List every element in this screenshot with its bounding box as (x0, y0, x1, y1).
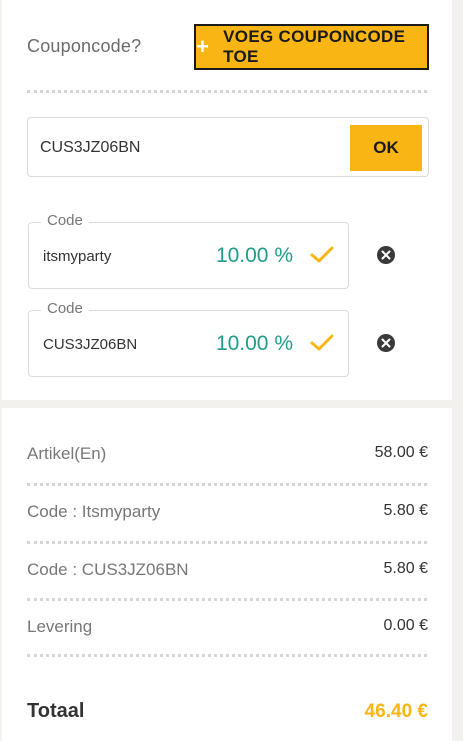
applied-code-1: Code itsmyparty 10.00 % (28, 212, 349, 289)
order-summary: Artikel(En) 58.00 € Code : Itsmyparty 5.… (2, 408, 452, 741)
ok-button[interactable]: OK (350, 125, 422, 171)
total-label: Totaal (27, 700, 85, 722)
applied-code-discount: 10.00 % (215, 332, 293, 355)
coupon-card: Couponcode? + VOEG COUPONCODE TOE OK Cod… (2, 0, 452, 400)
applied-code-discount: 10.00 % (215, 244, 293, 267)
divider (27, 483, 427, 486)
summary-row-code-2: Code : CUS3JZ06BN 5.80 € (27, 556, 428, 586)
coupon-input-box: OK (27, 117, 429, 177)
add-coupon-button-label: VOEG COUPONCODE TOE (223, 27, 406, 66)
plus-icon: + (196, 34, 210, 59)
divider (27, 541, 427, 544)
applied-code-legend: Code (41, 300, 89, 317)
total-amount: 46.40 € (364, 701, 428, 722)
divider (27, 654, 427, 657)
checkmark-icon (310, 246, 334, 263)
remove-code-icon[interactable] (376, 245, 396, 265)
summary-total: Totaal 46.40 € (27, 698, 428, 728)
applied-code-legend: Code (41, 212, 89, 229)
summary-label: Code : Itsmyparty (27, 502, 161, 521)
summary-row-delivery: Levering 0.00 € (27, 613, 428, 643)
coupon-code-input[interactable] (40, 136, 340, 160)
summary-label: Levering (27, 617, 93, 636)
add-coupon-button[interactable]: + VOEG COUPONCODE TOE (194, 24, 429, 70)
summary-row-code-1: Code : Itsmyparty 5.80 € (27, 498, 428, 528)
coupon-header: Couponcode? + VOEG COUPONCODE TOE (27, 24, 430, 70)
checkmark-icon (310, 334, 334, 351)
divider (27, 90, 427, 93)
applied-code-value: itsmyparty (43, 248, 112, 265)
summary-amount: 0.00 € (383, 617, 428, 634)
summary-row-items: Artikel(En) 58.00 € (27, 440, 428, 470)
remove-code-icon[interactable] (376, 333, 396, 353)
summary-amount: 5.80 € (383, 560, 428, 577)
summary-label: Artikel(En) (27, 444, 107, 463)
summary-label: Code : CUS3JZ06BN (27, 560, 189, 579)
summary-amount: 5.80 € (383, 502, 428, 519)
coupon-label: Couponcode? (27, 36, 142, 56)
summary-amount: 58.00 € (374, 444, 428, 461)
applied-code-2: Code CUS3JZ06BN 10.00 % (28, 300, 349, 377)
divider (27, 598, 427, 601)
applied-code-value: CUS3JZ06BN (43, 336, 138, 353)
